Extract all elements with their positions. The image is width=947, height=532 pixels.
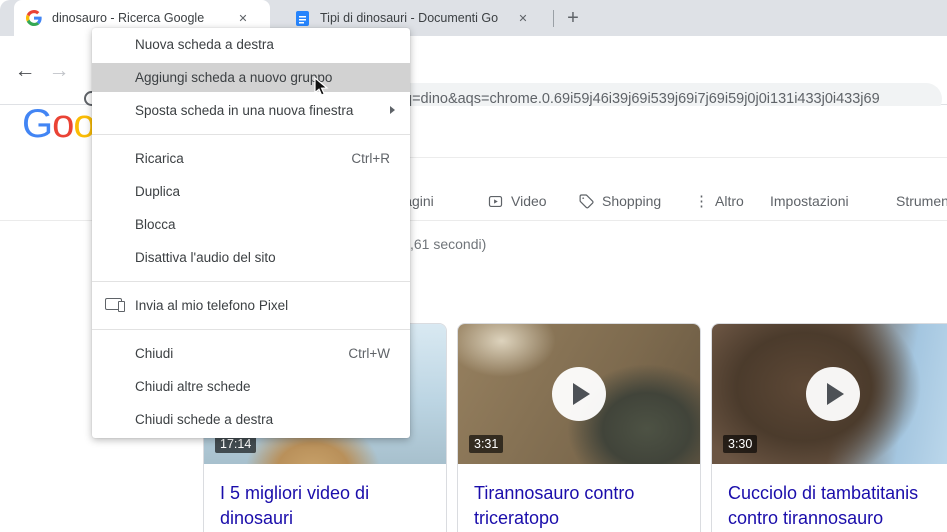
nav-tab-altro[interactable]: ⋮ Altro [694,182,744,220]
video-thumbnail[interactable]: 3:30 [712,324,947,464]
tab-title-fade [875,8,901,28]
menu-separator [92,329,410,330]
menu-item-chiudi-altre-schede[interactable]: Chiudi altre schede [92,370,410,403]
menu-item-blocca[interactable]: Blocca [92,208,410,241]
menu-item-disattiva-audio[interactable]: Disattiva l'audio del sito [92,241,410,274]
video-card[interactable]: 3:30 Cucciolo di tambatitanis contro tir… [711,323,947,532]
tab-title: Tipi di dinosauri - Documenti Go [320,11,508,25]
forward-button[interactable]: → [42,36,76,105]
menu-item-chiudi-schede-a-destra[interactable]: Chiudi schede a destra [92,403,410,436]
google-docs-favicon-icon [296,11,309,26]
tab-close-icon[interactable]: ✕ [514,9,532,27]
menu-separator [92,134,410,135]
mouse-cursor-icon [314,77,330,97]
video-title-link[interactable]: Cucciolo di tambatitanis contro tirannos… [712,464,947,531]
video-duration-badge: 3:30 [723,435,757,453]
video-icon [487,193,504,210]
submenu-arrow-icon [390,106,395,114]
video-title-link[interactable]: I 5 migliori video di dinosauri [204,464,446,531]
menu-item-duplica[interactable]: Duplica [92,175,410,208]
shortcut-label: Ctrl+R [351,151,390,166]
menu-item-nuova-scheda-a-destra[interactable]: Nuova scheda a destra [92,28,410,61]
logo-letter: o [52,102,73,146]
devices-icon [105,298,122,310]
logo-letter: G [22,102,52,146]
nav-impostazioni[interactable]: Impostazioni [770,182,849,220]
nav-strumenti[interactable]: Strumenti [896,182,947,220]
tab-title: dinosauro - Ricerca Google [52,11,228,25]
google-g-favicon-icon [26,10,42,26]
shortcut-label: Ctrl+W [348,346,390,361]
menu-item-ricarica[interactable]: Ricarica Ctrl+R [92,142,410,175]
browser-window: dinosauro - Ricerca Google ✕ Tipi di din… [0,0,947,532]
menu-item-chiudi[interactable]: Chiudi Ctrl+W [92,337,410,370]
tab-context-menu: Nuova scheda a destra Aggiungi scheda a … [92,28,410,438]
tab-separator [553,10,554,27]
new-tab-button[interactable]: + [560,5,586,31]
nav-tab-video[interactable]: Video [487,182,547,220]
tab-close-icon[interactable]: ✕ [234,9,252,27]
menu-item-aggiungi-scheda-a-nuovo-gruppo[interactable]: Aggiungi scheda a nuovo gruppo [92,63,410,92]
tag-icon [578,193,595,210]
results-stats: ,61 secondi) [410,236,486,252]
more-dots-icon: ⋮ [694,192,709,210]
nav-tab-shopping[interactable]: Shopping [578,182,661,220]
menu-separator [92,281,410,282]
menu-item-invia-a-telefono-pixel[interactable]: Invia al mio telefono Pixel [92,289,410,322]
video-title-link[interactable]: Tirannosauro contro triceratopo [458,464,700,531]
video-duration-badge: 3:31 [469,435,503,453]
play-icon[interactable] [806,367,860,421]
menu-item-sposta-scheda-nuova-finestra[interactable]: Sposta scheda in una nuova finestra [92,94,410,127]
back-button[interactable]: ← [8,36,42,105]
video-thumbnail[interactable]: 3:31 [458,324,700,464]
video-card[interactable]: 3:31 Tirannosauro contro triceratopo [457,323,701,532]
play-icon[interactable] [552,367,606,421]
